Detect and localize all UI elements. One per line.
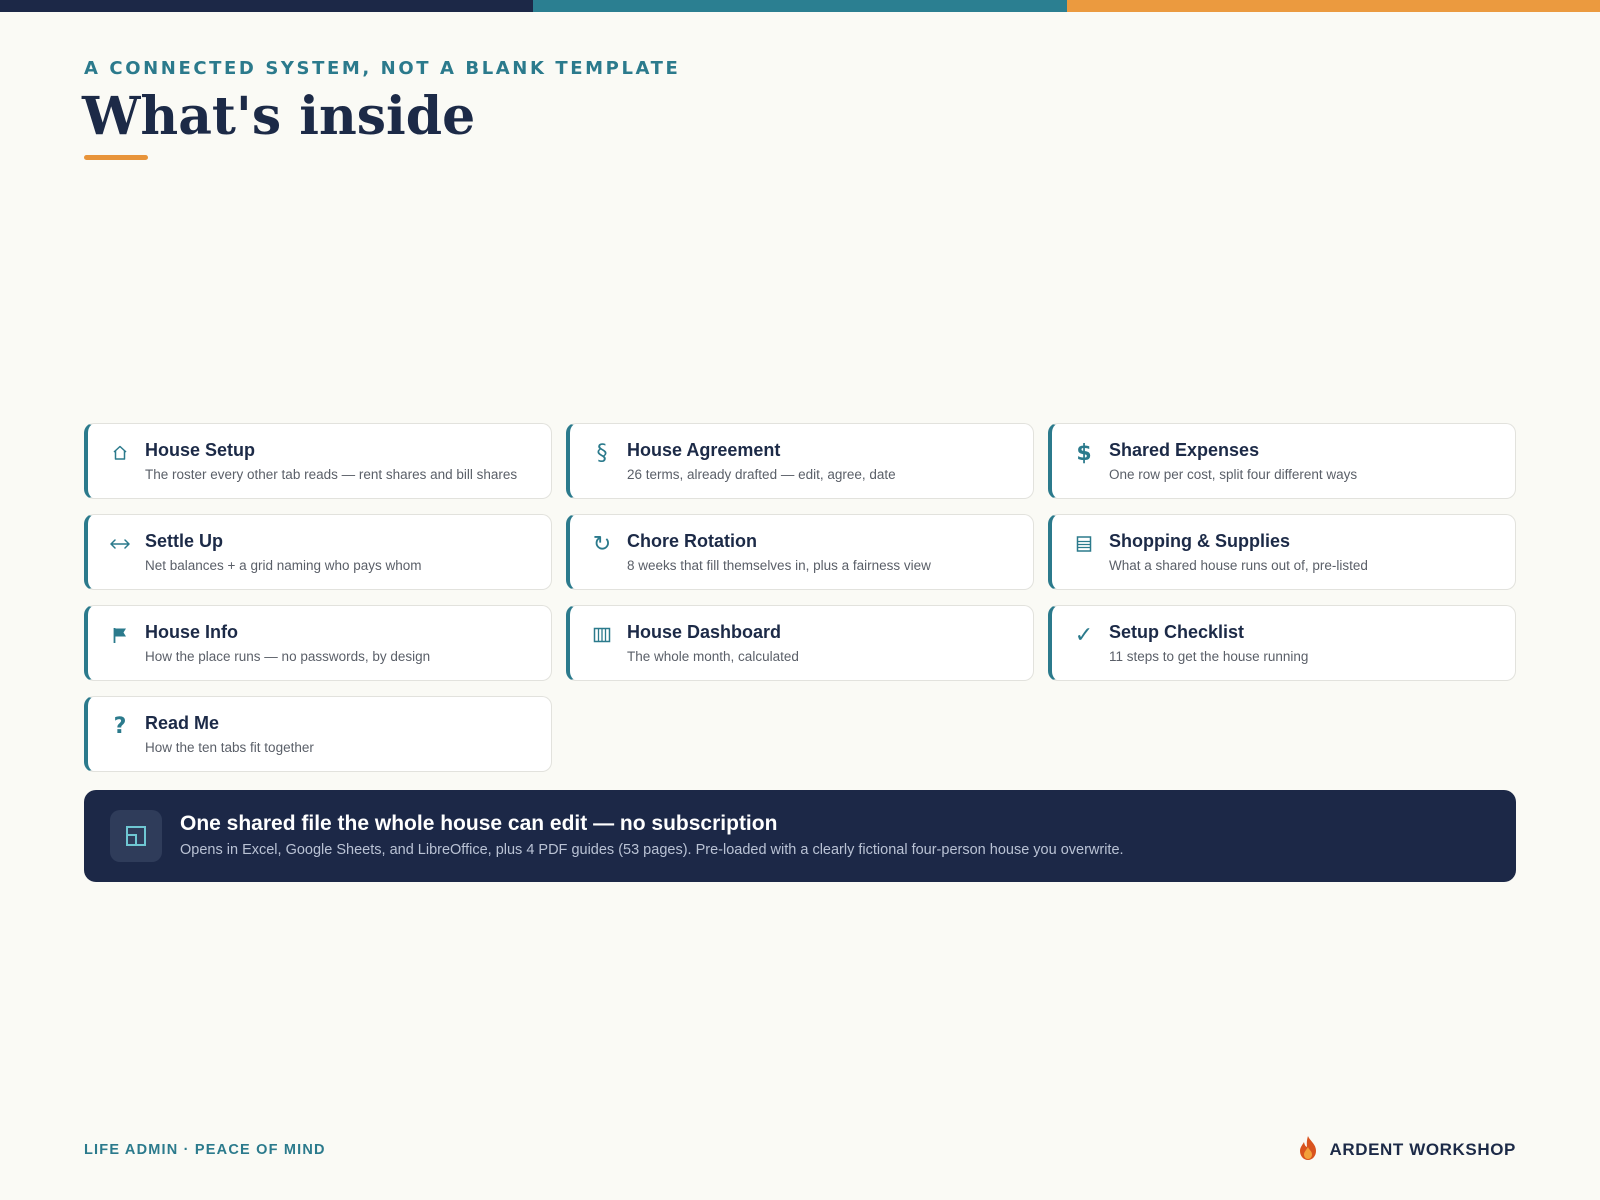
contents-grid: House Setup The roster every other tab r… — [84, 423, 1516, 772]
house-icon — [108, 440, 132, 468]
brand-name: ARDENT WORKSHOP — [1329, 1140, 1516, 1159]
rotate-icon: ↻ — [592, 532, 612, 557]
card-title: House Setup — [145, 440, 256, 460]
footer-brand: ARDENT WORKSHOP — [1297, 1135, 1516, 1166]
card-description: One row per cost, split four different w… — [1109, 467, 1358, 482]
card-description: How the ten tabs fit together — [145, 740, 314, 755]
card-title: Read Me — [145, 713, 220, 733]
card-title: Setup Checklist — [1109, 622, 1245, 642]
card-house-info: House Info How the place runs — no passw… — [84, 605, 552, 681]
title-underline — [84, 155, 148, 160]
eyebrow-text: A CONNECTED SYSTEM, NOT A BLANK TEMPLATE — [84, 58, 681, 79]
columns-icon — [590, 622, 614, 650]
card-description: 26 terms, already drafted — edit, agree,… — [627, 467, 896, 482]
section-icon: § — [596, 441, 608, 466]
footer-tagline: LIFE ADMIN · PEACE OF MIND — [84, 1142, 326, 1158]
card-title: House Agreement — [627, 440, 781, 460]
top-bar-navy-segment — [0, 0, 534, 12]
spreadsheet-icon — [110, 810, 162, 862]
summary-banner: One shared file the whole house can edit… — [84, 790, 1516, 882]
card-description: How the place runs — no passwords, by de… — [145, 649, 431, 664]
card-description: What a shared house runs out of, pre-lis… — [1109, 558, 1368, 573]
top-bar-orange-segment — [1066, 0, 1600, 12]
card-house-dashboard: House Dashboard The whole month, calcula… — [566, 605, 1034, 681]
list-icon — [1072, 531, 1096, 559]
card-read-me: ? Read Me How the ten tabs fit together — [84, 696, 552, 772]
banner-title: One shared file the whole house can edit… — [180, 812, 778, 835]
flame-logo-icon — [1297, 1135, 1319, 1166]
card-title: House Info — [145, 622, 238, 642]
card-description: 8 weeks that fill themselves in, plus a … — [627, 558, 931, 573]
card-settle-up: Settle Up Net balances + a grid naming w… — [84, 514, 552, 590]
card-chore-rotation: ↻ Chore Rotation 8 weeks that fill thems… — [566, 514, 1034, 590]
check-icon: ✓ — [1074, 623, 1094, 648]
card-house-agreement: § House Agreement 26 terms, already draf… — [566, 423, 1034, 499]
card-shopping-supplies: Shopping & Supplies What a shared house … — [1048, 514, 1516, 590]
card-title: House Dashboard — [627, 622, 782, 642]
card-title: Shopping & Supplies — [1109, 531, 1290, 551]
page-title: What's inside — [82, 86, 476, 147]
card-title: Chore Rotation — [627, 531, 757, 551]
card-title: Settle Up — [145, 531, 224, 551]
card-house-setup: House Setup The roster every other tab r… — [84, 423, 552, 499]
flag-icon — [108, 622, 132, 650]
top-bar-teal-segment — [533, 0, 1067, 12]
card-title: Shared Expenses — [1109, 440, 1260, 460]
banner-description: Opens in Excel, Google Sheets, and Libre… — [180, 842, 1124, 858]
arrows-icon — [108, 531, 132, 559]
question-icon: ? — [113, 714, 127, 739]
top-color-bar — [0, 0, 1600, 12]
card-description: The whole month, calculated — [627, 649, 799, 664]
card-description: 11 steps to get the house running — [1109, 649, 1309, 664]
card-description: Net balances + a grid naming who pays wh… — [145, 558, 422, 573]
card-shared-expenses: $ Shared Expenses One row per cost, spli… — [1048, 423, 1516, 499]
card-description: The roster every other tab reads — rent … — [145, 467, 518, 482]
dollar-icon: $ — [1076, 441, 1092, 466]
card-setup-checklist: ✓ Setup Checklist 11 steps to get the ho… — [1048, 605, 1516, 681]
